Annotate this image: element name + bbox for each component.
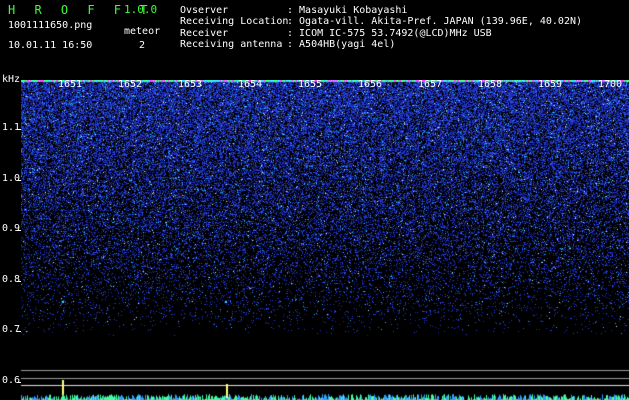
y-tick-mark — [17, 331, 21, 332]
y-tick-label: 0.7 — [2, 324, 21, 335]
observer-label: Ovserver — [180, 5, 229, 16]
receiver-value: : ICOM IC-575 53.7492(@LCD)MHz USB — [287, 28, 492, 39]
location-value: : Ogata-vill. Akita-Pref. JAPAN (139.96E… — [287, 16, 583, 27]
bottom-strip-canvas — [0, 363, 629, 400]
y-tick-mark — [17, 129, 21, 130]
x-tick-label: 1658 — [478, 79, 503, 90]
meteor-count: 2 — [139, 40, 146, 51]
datetime: 10.01.11 16:50 — [8, 40, 93, 51]
y-tick-mark — [17, 230, 21, 231]
x-tick-label: 1656 — [358, 79, 383, 90]
x-tick-label: 1700 — [598, 79, 623, 90]
x-tick-label: 1655 — [298, 79, 323, 90]
y-tick-label: 0.6 — [2, 375, 21, 386]
y-tick-label: 0.8 — [2, 274, 21, 285]
x-tick-label: 1654 — [238, 79, 263, 90]
spectrogram-canvas — [21, 80, 629, 363]
antenna-value: : A504HB(yagi 4el) — [287, 39, 396, 50]
hroft-window: H R O F F T 1.0.0 1001111650.png meteor … — [0, 0, 629, 400]
x-tick-label: 1653 — [178, 79, 203, 90]
y-tick-mark — [17, 281, 21, 282]
x-tick-label: 1657 — [418, 79, 443, 90]
x-tick-label: 1659 — [538, 79, 563, 90]
observer-value: : Masayuki Kobayashi — [287, 5, 408, 16]
y-axis-unit: kHz — [2, 74, 21, 85]
y-tick-mark — [17, 382, 21, 383]
y-tick-label: 0.9 — [2, 223, 21, 234]
y-tick-label: 1.0 — [2, 173, 21, 184]
app-version: 1.0.0 — [124, 3, 158, 16]
antenna-label: Receiving antenna — [180, 39, 283, 50]
location-label: Receiving Location — [180, 16, 289, 27]
meteor-label: meteor — [124, 26, 161, 37]
receiver-label: Receiver — [180, 28, 229, 39]
x-tick-label: 1652 — [118, 79, 143, 90]
x-tick-label: 1651 — [58, 79, 83, 90]
y-tick-label: 1.1 — [2, 122, 21, 133]
y-tick-mark — [17, 180, 21, 181]
file-name: 1001111650.png — [8, 20, 93, 31]
